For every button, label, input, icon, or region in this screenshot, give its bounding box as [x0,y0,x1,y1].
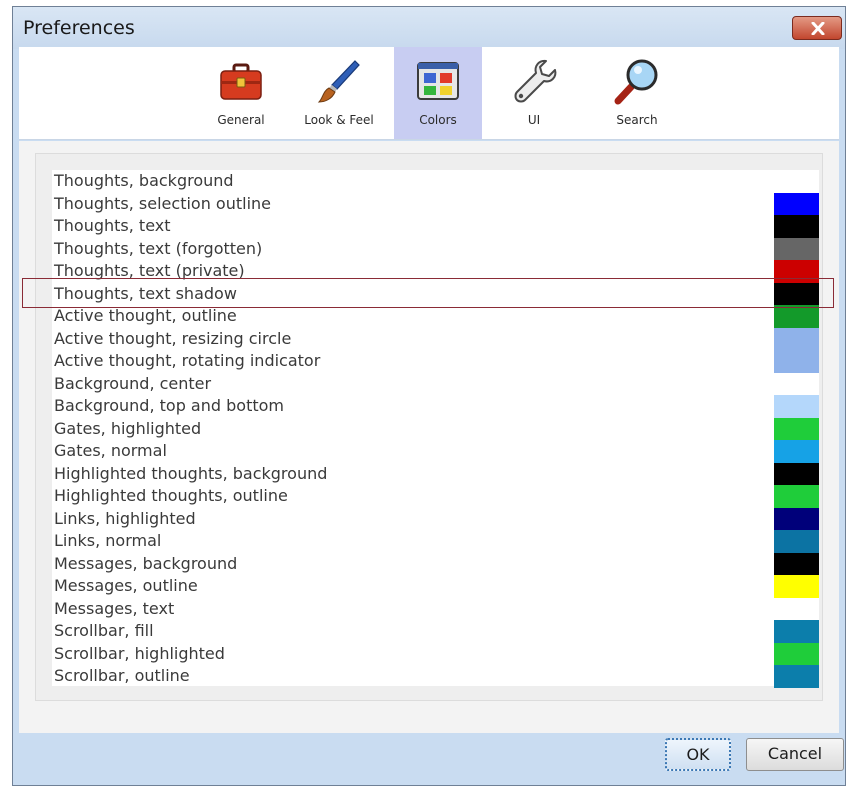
tab-search[interactable]: Search [589,47,685,139]
tab-general[interactable]: General [199,47,283,139]
color-swatch[interactable] [774,620,819,643]
color-setting-row[interactable]: Active thought, outline [52,305,819,328]
color-setting-row[interactable]: Background, center [52,372,819,396]
color-setting-label: Thoughts, text [54,216,171,235]
preferences-dialog: Preferences General Look & Feel Colors U… [12,6,846,786]
color-setting-label: Messages, outline [54,576,198,595]
color-setting-label: Scrollbar, fill [54,621,154,640]
color-swatch[interactable] [774,282,819,306]
ok-button[interactable]: OK [665,738,731,771]
window-title: Preferences [23,17,135,39]
color-setting-label: Active thought, rotating indicator [54,351,321,370]
tab-ui[interactable]: UI [494,47,574,139]
color-swatch[interactable] [774,372,819,396]
color-setting-label: Highlighted thoughts, background [54,463,328,483]
color-setting-label: Active thought, outline [54,306,237,325]
color-setting-row[interactable]: Thoughts, text shadow [52,282,819,306]
color-setting-label: Thoughts, text (forgotten) [54,238,263,258]
color-setting-label: Thoughts, text shadow [54,283,237,303]
color-swatch[interactable] [774,665,819,688]
color-swatch[interactable] [774,642,819,666]
color-swatch[interactable] [774,192,819,216]
color-setting-row[interactable]: Scrollbar, outline [52,665,819,688]
color-setting-label: Messages, text [54,598,175,618]
color-setting-label: Active thought, resizing circle [54,328,292,348]
colors-panel: Thoughts, background Thoughts, selection … [19,141,839,733]
color-list: Thoughts, background Thoughts, selection … [52,170,819,688]
color-setting-label: Background, top and bottom [54,396,284,415]
color-setting-row[interactable]: Links, normal [52,530,819,553]
color-setting-row[interactable]: Thoughts, selection outline [52,192,819,216]
close-button[interactable] [792,16,842,40]
preferences-toolbar: General Look & Feel Colors UI Search [19,47,839,140]
color-setting-row[interactable]: Active thought, rotating indicator [52,350,819,373]
color-setting-label: Links, highlighted [54,508,196,528]
color-list-frame: Thoughts, background Thoughts, selection … [35,153,823,701]
color-swatch[interactable] [774,215,819,238]
wrench-icon [510,57,558,109]
tab-colors[interactable]: Colors [394,47,482,139]
color-setting-row[interactable]: Thoughts, text (forgotten) [52,237,819,261]
color-setting-label: Thoughts, text (private) [54,261,245,280]
color-swatch[interactable] [774,305,819,328]
tab-colors-label: Colors [419,113,457,127]
color-setting-row[interactable]: Gates, highlighted [52,417,819,441]
color-swatch[interactable] [774,350,819,373]
color-setting-label: Background, center [54,373,212,393]
color-swatch[interactable] [774,597,819,621]
color-setting-row[interactable]: Gates, normal [52,440,819,463]
color-setting-row[interactable]: Messages, outline [52,575,819,598]
color-swatch[interactable] [774,327,819,351]
color-setting-row[interactable]: Messages, text [52,597,819,621]
color-swatch[interactable] [774,575,819,598]
magnifier-icon [613,57,661,109]
color-swatch[interactable] [774,237,819,261]
color-swatch[interactable] [774,530,819,553]
color-setting-row[interactable]: Thoughts, text (private) [52,260,819,283]
color-setting-row[interactable]: Links, highlighted [52,507,819,531]
tab-look-and-feel-label: Look & Feel [304,113,374,127]
color-setting-row[interactable]: Scrollbar, highlighted [52,642,819,666]
toolbox-icon [217,57,265,109]
color-setting-label: Thoughts, background [54,171,234,190]
color-setting-row[interactable]: Messages, background [52,552,819,576]
color-swatch[interactable] [774,170,819,193]
color-setting-label: Scrollbar, highlighted [54,643,225,663]
color-swatch[interactable] [774,395,819,418]
color-setting-row[interactable]: Thoughts, text [52,215,819,238]
color-setting-row[interactable]: Highlighted thoughts, outline [52,485,819,508]
color-setting-label: Thoughts, selection outline [54,193,271,213]
color-setting-label: Scrollbar, outline [54,666,190,685]
tab-search-label: Search [616,113,658,127]
color-setting-label: Links, normal [54,531,162,550]
tab-general-label: General [217,113,265,127]
color-setting-label: Gates, highlighted [54,418,202,438]
color-setting-row[interactable]: Scrollbar, fill [52,620,819,643]
color-swatch[interactable] [774,462,819,486]
color-swatch[interactable] [774,485,819,508]
color-swatch[interactable] [774,440,819,463]
color-swatch[interactable] [774,417,819,441]
color-setting-row[interactable]: Active thought, resizing circle [52,327,819,351]
title-bar[interactable]: Preferences [13,7,845,49]
color-setting-row[interactable]: Highlighted thoughts, background [52,462,819,486]
color-swatch[interactable] [774,260,819,283]
color-setting-label: Messages, background [54,553,238,573]
color-palette-icon [414,57,462,109]
close-icon [811,22,825,35]
tab-ui-label: UI [527,113,541,127]
color-setting-row[interactable]: Background, top and bottom [52,395,819,418]
color-swatch[interactable] [774,507,819,531]
cancel-button[interactable]: Cancel [746,738,844,771]
color-setting-row[interactable]: Thoughts, background [52,170,819,193]
color-setting-label: Gates, normal [54,441,167,460]
paintbrush-icon [315,57,363,109]
color-swatch[interactable] [774,552,819,576]
tab-look-and-feel[interactable]: Look & Feel [289,47,389,139]
color-setting-label: Highlighted thoughts, outline [54,486,288,505]
